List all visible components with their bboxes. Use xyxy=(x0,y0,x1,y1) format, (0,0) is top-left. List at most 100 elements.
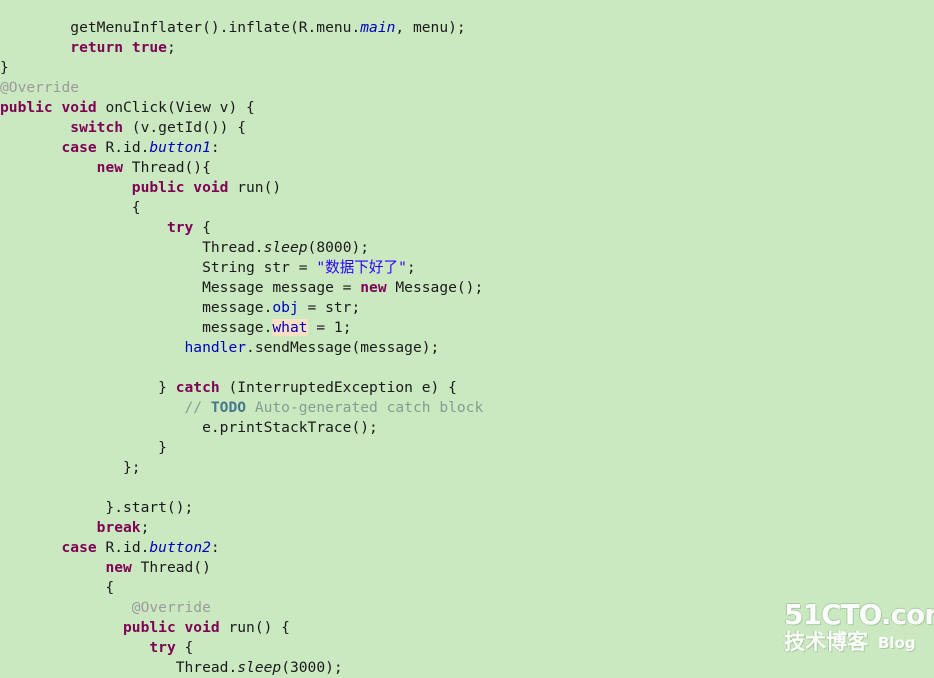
code-line: e.printStackTrace(); xyxy=(0,418,483,438)
code-token: case xyxy=(61,538,97,556)
code-line: try { xyxy=(0,638,483,658)
code-line: }.start(); xyxy=(0,498,483,518)
code-token: = str; xyxy=(298,298,361,316)
code-token: ; xyxy=(166,38,176,56)
code-token: run() { xyxy=(219,618,290,636)
code-line: getMenuInflater().inflate(R.menu.main, m… xyxy=(0,18,483,38)
code-token: Message(); xyxy=(386,278,484,296)
code-line: handler.sendMessage(message); xyxy=(0,338,483,358)
code-token: true xyxy=(131,38,167,56)
watermark-subtitle: 技术博客 xyxy=(784,630,868,654)
code-token: (8000); xyxy=(307,238,370,256)
code-line: // TODO Auto-generated catch block xyxy=(0,398,484,418)
code-token: R.id. xyxy=(96,138,150,156)
code-token: , menu); xyxy=(395,18,466,36)
code-line: case R.id.button1: xyxy=(0,138,483,158)
code-token: Thread() xyxy=(131,558,211,576)
code-token: TODO xyxy=(210,398,247,416)
code-token: "数据下好了" xyxy=(316,258,407,276)
code-line: } xyxy=(0,438,483,458)
code-line: { xyxy=(0,198,483,218)
watermark-blog-label: Blog xyxy=(878,634,916,652)
code-line: try { xyxy=(0,218,483,238)
code-token: public void xyxy=(123,618,220,636)
code-token: } xyxy=(0,58,9,76)
code-line: public void run() { xyxy=(0,618,483,638)
code-token: case xyxy=(61,138,97,156)
code-token: { xyxy=(175,638,194,656)
code-token: run() xyxy=(228,178,282,196)
code-token: main xyxy=(360,18,396,36)
code-token: String str = xyxy=(202,258,317,276)
code-line: new Thread() xyxy=(0,558,483,578)
code-token: // xyxy=(184,398,211,416)
code-token: Message message = xyxy=(202,278,361,296)
code-line: return true; xyxy=(0,38,483,58)
code-token: }; xyxy=(0,458,141,476)
code-line: @Override xyxy=(0,78,483,98)
code-token: onClick(View v) { xyxy=(96,98,255,116)
code-token: : xyxy=(210,538,220,556)
code-line: }; xyxy=(0,458,483,478)
code-token: sleep xyxy=(263,238,308,256)
code-line: public void onClick(View v) { xyxy=(0,98,483,118)
code-token: new xyxy=(96,158,124,176)
code-token: what xyxy=(272,318,308,336)
code-token: Auto-generated catch block xyxy=(246,398,484,416)
code-token: button2 xyxy=(149,538,211,556)
code-line: Thread.sleep(8000); xyxy=(0,238,483,258)
code-line: String str = "数据下好了"; xyxy=(0,258,483,278)
code-token: Thread. xyxy=(175,658,238,676)
code-token: : xyxy=(210,138,220,156)
source-code[interactable]: getMenuInflater().inflate(R.menu.main, m… xyxy=(0,15,483,678)
code-line: { xyxy=(0,578,483,598)
code-token: }.start(); xyxy=(0,498,194,516)
code-token: break xyxy=(96,518,141,536)
code-token: public void xyxy=(131,178,229,196)
code-line: message.obj = str; xyxy=(0,298,483,318)
code-token: message. xyxy=(202,318,273,336)
code-token: sleep xyxy=(237,658,282,676)
code-token: ; xyxy=(406,258,416,276)
code-token: } xyxy=(0,378,176,396)
code-viewer: getMenuInflater().inflate(R.menu.main, m… xyxy=(0,0,934,678)
code-token: { xyxy=(193,218,211,236)
code-token: switch xyxy=(70,118,124,136)
code-token: new xyxy=(360,278,387,296)
code-line: message.what = 1; xyxy=(0,318,483,338)
code-token: button1 xyxy=(149,138,211,156)
code-token: { xyxy=(0,198,141,216)
code-token: @Override xyxy=(131,598,211,616)
code-token: = 1; xyxy=(307,318,352,336)
code-token: message. xyxy=(202,298,273,316)
code-token: getMenuInflater().inflate(R.menu. xyxy=(70,18,361,36)
code-token: (v.getId()) { xyxy=(123,118,247,136)
code-line: } xyxy=(0,58,483,78)
code-token: handler xyxy=(184,338,247,356)
code-token: new xyxy=(105,558,132,576)
code-line: case R.id.button2: xyxy=(0,538,483,558)
code-line: Message message = new Message(); xyxy=(0,278,483,298)
code-token: (InterruptedException e) { xyxy=(219,378,457,396)
site-watermark: 51CTO.com 技术博客 Blog xyxy=(784,600,934,666)
code-token: obj xyxy=(272,298,299,316)
code-token: R.id. xyxy=(96,538,150,556)
